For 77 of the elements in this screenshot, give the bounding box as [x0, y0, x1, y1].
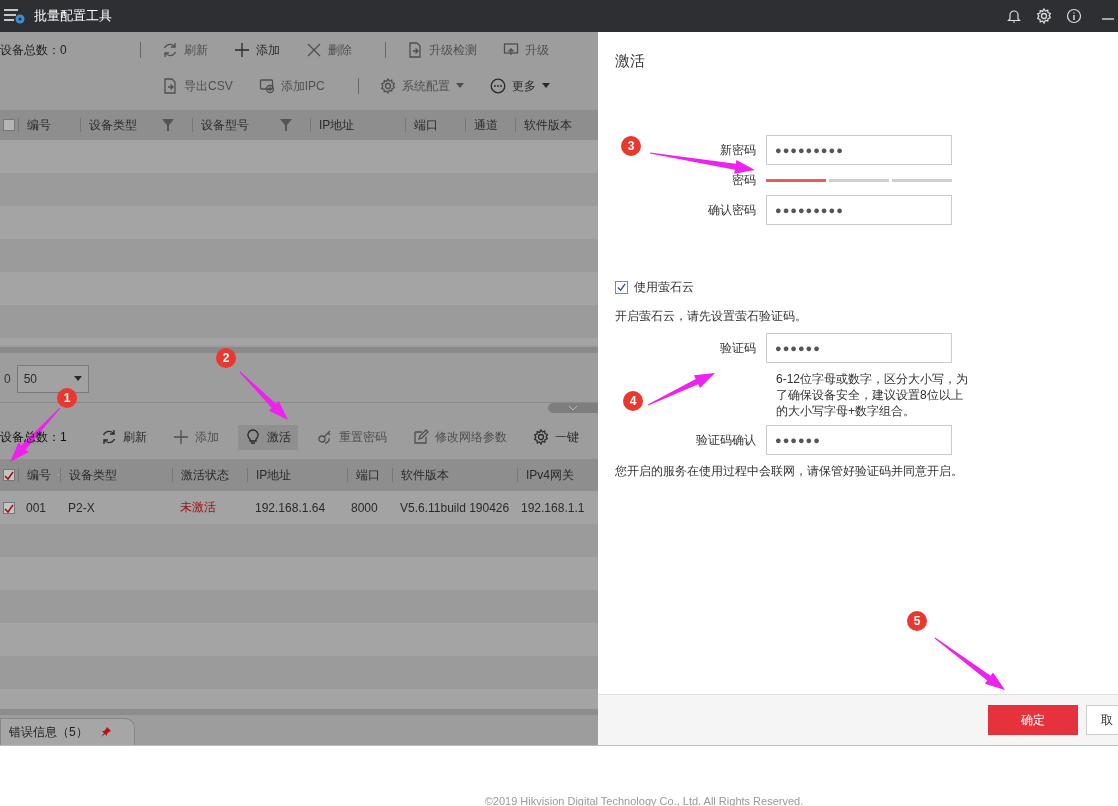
settings-icon: [533, 429, 549, 445]
table-cell-text: V5.6.11build 190426: [399, 500, 511, 515]
monitor-icon: [503, 42, 519, 58]
column-header[interactable]: IP地址: [256, 466, 292, 484]
document-icon: [162, 78, 178, 94]
pin-icon[interactable]: [99, 726, 112, 738]
password-field[interactable]: ●●●●●●●●●: [766, 195, 952, 225]
plus-icon: [234, 42, 250, 58]
column-header[interactable]: 编号: [27, 466, 51, 484]
toolbar-button[interactable]: 更多: [482, 73, 557, 99]
column-header[interactable]: 软件版本: [524, 116, 572, 134]
column-header[interactable]: 设备型号: [201, 116, 249, 134]
column-header[interactable]: IPv4网关: [526, 466, 574, 484]
document-icon: [407, 42, 423, 58]
caret-icon: [455, 83, 464, 89]
select-all-checkbox[interactable]: [3, 469, 15, 481]
cancel-button[interactable]: 取: [1086, 705, 1118, 735]
field-label: 新密码: [720, 142, 756, 157]
info-text: 开启萤石云，请先设置萤石验证码。: [615, 308, 808, 325]
password-field[interactable]: ●●●●●●: [766, 333, 952, 363]
toolbar-button[interactable]: 刷新: [94, 424, 154, 450]
info-text: 您开启的服务在使用过程中会联网，请保管好验证码并同意开启。: [615, 463, 964, 480]
checkbox[interactable]: [615, 281, 628, 294]
toolbar-button[interactable]: 添加: [227, 37, 287, 63]
tab-label: 错误信息（5）: [9, 723, 88, 741]
edit-icon: [413, 429, 429, 445]
field-label: 验证码确认: [696, 432, 756, 447]
field-label: 验证码: [720, 340, 756, 355]
table-cell-text: 192.168.1.1: [520, 500, 586, 515]
device-count: 设备总数：0: [0, 41, 68, 59]
toolbar-button[interactable]: 激活: [238, 424, 298, 450]
column-header[interactable]: 设备类型: [69, 466, 117, 484]
caret-icon: [73, 375, 82, 382]
confirm-button[interactable]: 确定: [988, 705, 1078, 735]
page-number: 0: [4, 371, 11, 386]
camera-icon: [258, 78, 275, 94]
checkbox-label: 使用萤石云: [634, 279, 694, 296]
column-header[interactable]: 端口: [356, 466, 380, 484]
column-header[interactable]: IP地址: [319, 116, 355, 134]
field-label: 确认密码: [708, 202, 756, 217]
key-reset-icon: [317, 429, 333, 445]
close-icon: [306, 42, 322, 58]
table-cell-text: P2-X: [67, 500, 96, 515]
page-size-select[interactable]: 50: [16, 364, 89, 393]
app-icon: [4, 6, 26, 26]
refresh-icon: [101, 429, 117, 445]
column-header[interactable]: 通道: [474, 116, 498, 134]
caret-icon: [541, 83, 550, 89]
table-cell-text: 192.168.1.64: [254, 500, 327, 515]
plus-icon: [173, 429, 189, 445]
window-title: 批量配置工具: [34, 7, 113, 25]
table-cell-text: 001: [25, 500, 48, 515]
toolbar-button[interactable]: 一键: [526, 424, 586, 450]
table-cell-text: 未激活: [179, 499, 217, 516]
column-header[interactable]: 编号: [27, 116, 51, 134]
column-header[interactable]: 设备类型: [89, 116, 137, 134]
table-cell-text: 8000: [350, 500, 379, 515]
settings-icon[interactable]: [1036, 8, 1052, 24]
collapse-handle[interactable]: [548, 403, 598, 413]
more-icon: [489, 78, 506, 94]
select-all-checkbox[interactable]: [3, 119, 15, 131]
panel-title: 激活: [615, 52, 646, 71]
field-label: 密码: [732, 172, 756, 187]
column-header[interactable]: 软件版本: [401, 466, 449, 484]
hint-text: 6-12位字母或数字，区分大小写，为了确保设备安全，建议设置8位以上的大小写字母+数字组合。: [776, 371, 970, 419]
settings-icon: [379, 78, 396, 94]
column-header[interactable]: 激活状态: [181, 466, 229, 484]
device-count: 设备总数：1: [0, 428, 68, 446]
password-field[interactable]: ●●●●●●: [766, 425, 952, 455]
error-tab[interactable]: 错误信息（5）: [0, 718, 135, 745]
info-icon[interactable]: [1066, 8, 1082, 24]
password-field[interactable]: ●●●●●●●●●: [766, 135, 952, 165]
row-checkbox[interactable]: [3, 501, 15, 514]
lightbulb-icon: [245, 429, 261, 445]
bell-icon[interactable]: [1006, 8, 1022, 24]
column-header[interactable]: 端口: [414, 116, 438, 134]
refresh-icon: [162, 42, 178, 58]
